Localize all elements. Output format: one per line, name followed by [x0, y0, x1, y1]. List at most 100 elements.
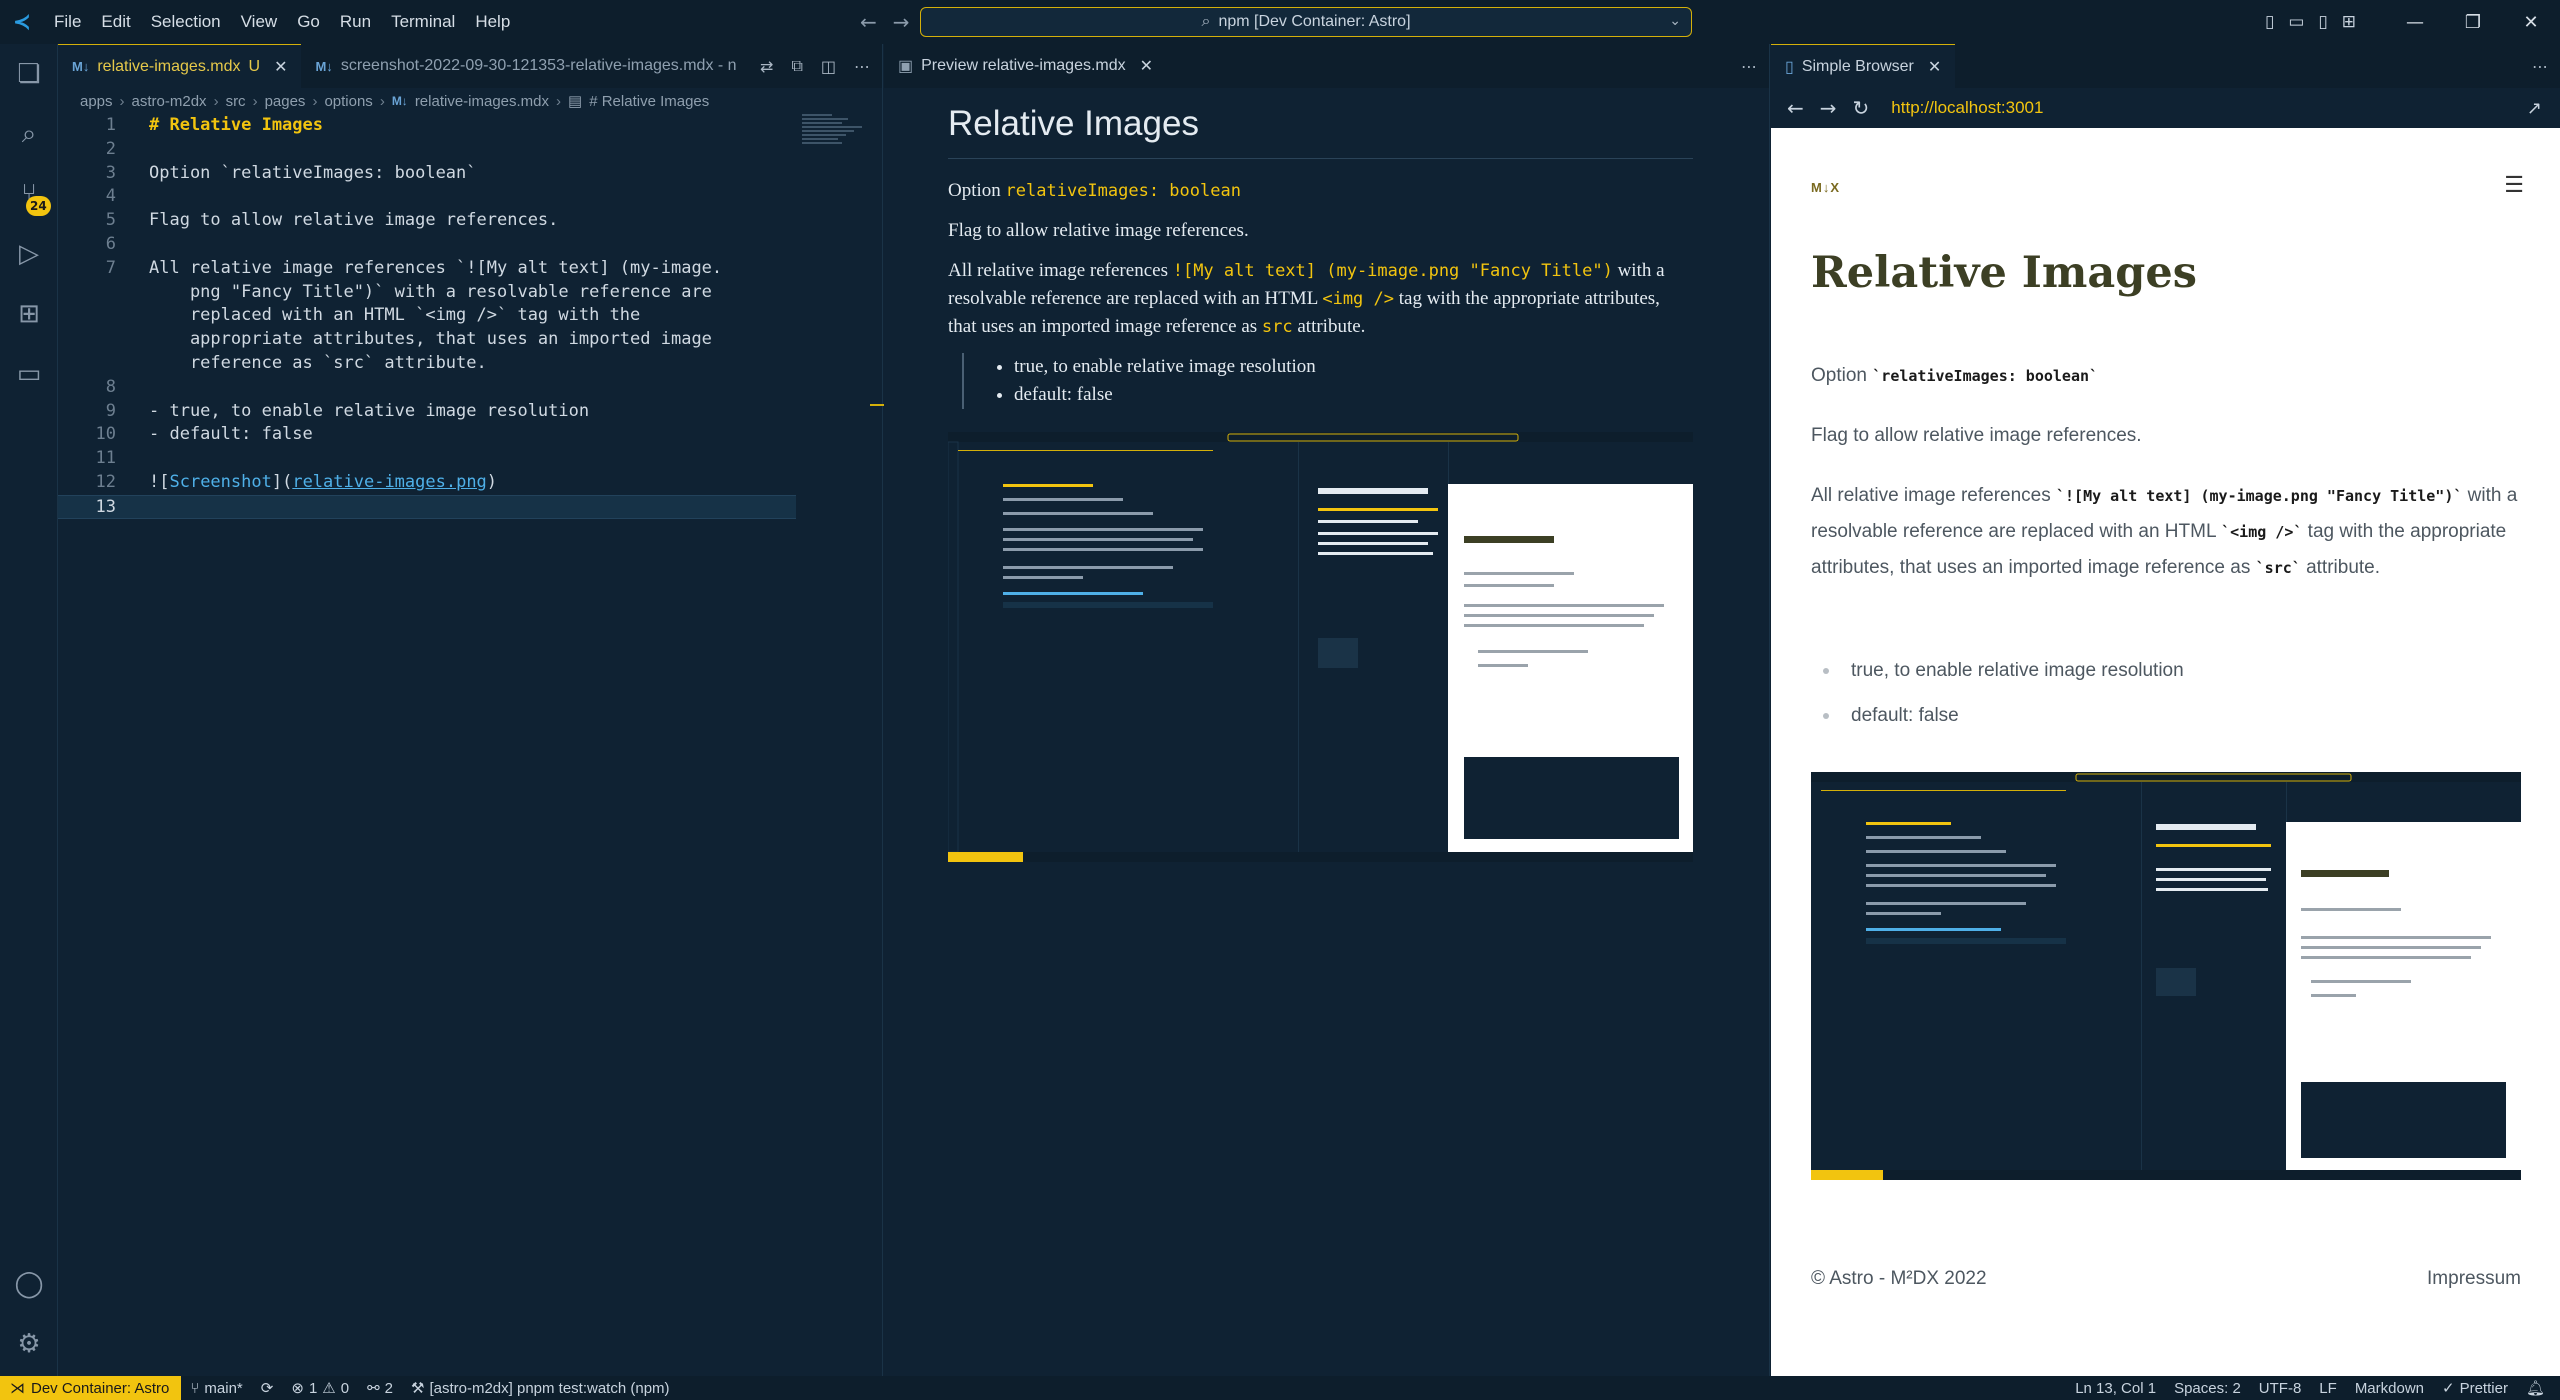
layout-controls: ▯ ▭ ▯ ⊞ — [2265, 0, 2356, 44]
markdown-file-icon: M↓ — [315, 58, 333, 74]
split-editor-icon[interactable]: ◫ — [821, 57, 836, 76]
encoding[interactable]: UTF-8 — [2250, 1380, 2311, 1397]
breadcrumb-item[interactable]: options — [324, 93, 372, 110]
ports-indicator[interactable]: ⚯ 2 — [358, 1379, 402, 1398]
problems-indicator[interactable]: ⊗ 1 ⚠ 0 — [282, 1379, 358, 1398]
code-text: - true, to enable relative image resolut… — [149, 400, 590, 421]
toggle-secondary-sidebar-icon[interactable]: ▯ — [2318, 12, 2327, 32]
forward-arrow-icon[interactable]: → — [1820, 96, 1837, 120]
code-text: Flag to allow relative image references. — [149, 210, 559, 231]
tab-simple-browser[interactable]: ▯ Simple Browser ✕ — [1771, 44, 1956, 88]
code-editor[interactable]: 1 # Relative Images 2 3 Option `relativeIm… — [58, 114, 798, 519]
branch-indicator[interactable]: ⑂ main* — [181, 1380, 251, 1397]
gear-icon[interactable]: ⚙ — [9, 1324, 49, 1364]
tab-screenshot-mdx[interactable]: M↓ screenshot-2022-09-30-121353-relative… — [301, 44, 750, 88]
minimize-icon[interactable]: — — [2386, 0, 2444, 44]
sync-button[interactable]: ⟳ — [252, 1379, 283, 1397]
language-mode[interactable]: Markdown — [2346, 1380, 2433, 1397]
accounts-icon[interactable]: ◯ — [9, 1264, 49, 1304]
page-flag-paragraph: Flag to allow relative image references. — [1811, 425, 2142, 446]
menu-bar: File Edit Selection View Go Run Terminal… — [44, 0, 520, 44]
end-of-line[interactable]: LF — [2310, 1380, 2346, 1397]
cursor-position[interactable]: Ln 13, Col 1 — [2066, 1380, 2165, 1397]
formatter[interactable]: ✓ Prettier — [2433, 1379, 2517, 1398]
menu-file[interactable]: File — [44, 0, 91, 44]
indentation[interactable]: Spaces: 2 — [2165, 1380, 2250, 1397]
chevron-right-icon: › — [379, 92, 385, 110]
close-window-icon[interactable]: ✕ — [2502, 0, 2560, 44]
code-text: Option `relativeImages: boolean` — [149, 162, 477, 183]
code-link-url[interactable]: relative-images.png — [292, 472, 486, 492]
minimap[interactable] — [802, 114, 866, 154]
preview-list: true, to enable relative image resolutio… — [962, 353, 1693, 409]
breadcrumb-item[interactable]: src — [226, 93, 246, 110]
url-input[interactable]: http://localhost:3001 — [1891, 98, 2043, 118]
extensions-icon[interactable]: ⊞ — [9, 294, 49, 334]
menu-selection[interactable]: Selection — [141, 0, 231, 44]
breadcrumb-item[interactable]: # Relative Images — [589, 93, 709, 110]
code-text: replaced with an HTML `<img />` tag with… — [149, 305, 641, 326]
close-icon[interactable]: ✕ — [274, 57, 287, 77]
copyright-text: © Astro - M²DX 2022 — [1811, 1268, 1987, 1289]
more-actions-icon[interactable]: ⋯ — [854, 57, 870, 76]
breadcrumb: apps › astro-m2dx › src › pages › options › M… — [58, 88, 882, 114]
code-line: 3 Option `relativeImages: boolean` — [58, 162, 798, 186]
more-actions-icon[interactable]: ⋯ — [1741, 57, 1757, 76]
site-logo[interactable]: M↓X — [1811, 180, 1840, 195]
menu-run[interactable]: Run — [330, 0, 381, 44]
reload-icon[interactable]: ↻ — [1853, 96, 1870, 120]
close-icon[interactable]: ✕ — [1928, 57, 1941, 77]
code-line: 4 — [105, 186, 116, 207]
back-arrow-icon[interactable]: ← — [1787, 96, 1804, 120]
editor-group: M↓ relative-images.mdx U ✕ M↓ screenshot… — [58, 44, 884, 1376]
breadcrumb-item[interactable]: relative-images.mdx — [415, 93, 549, 110]
check-icon: ✓ — [2442, 1380, 2455, 1397]
markdown-preview-group: ▣ Preview relative-images.mdx ✕ ⋯ Relati… — [884, 44, 1770, 1376]
compare-changes-icon[interactable]: ⇄ — [760, 57, 773, 76]
close-icon[interactable]: ✕ — [1140, 56, 1153, 76]
back-arrow-icon[interactable]: ← — [860, 10, 877, 34]
run-debug-icon[interactable]: ▷ — [9, 234, 49, 274]
file-icon: ▯ — [1785, 58, 1794, 76]
menu-edit[interactable]: Edit — [91, 0, 140, 44]
restore-icon[interactable]: ❐ — [2444, 0, 2502, 44]
list-item: true, to enable relative image resolutio… — [1811, 648, 2184, 693]
toggle-primary-sidebar-icon[interactable]: ▯ — [2265, 12, 2274, 32]
search-icon[interactable]: ⌕ — [9, 114, 49, 154]
chevron-right-icon: › — [252, 92, 258, 110]
impressum-link[interactable]: Impressum — [2427, 1268, 2521, 1290]
open-external-icon[interactable]: ↗ — [2527, 98, 2542, 119]
command-center-label: npm [Dev Container: Astro] — [1218, 13, 1411, 30]
error-icon: ⊗ — [291, 1380, 304, 1397]
remote-explorer-icon[interactable]: ▭ — [9, 354, 49, 394]
forward-arrow-icon[interactable]: → — [893, 10, 910, 34]
breadcrumb-item[interactable]: apps — [80, 93, 113, 110]
tab-relative-images-mdx[interactable]: M↓ relative-images.mdx U ✕ — [58, 44, 302, 88]
inline-code: `![My alt text] (my-image.png "Fancy Tit… — [2056, 487, 2463, 505]
command-center[interactable]: ⌕ npm [Dev Container: Astro] ⌄ — [920, 7, 1692, 37]
menu-terminal[interactable]: Terminal — [381, 0, 465, 44]
chevron-right-icon: › — [556, 92, 562, 110]
task-indicator[interactable]: ⚒ [astro-m2dx] pnpm test:watch (npm) — [402, 1379, 679, 1398]
breadcrumb-item[interactable]: pages — [265, 93, 306, 110]
browser-tabs: ▯ Simple Browser ✕ ⋯ — [1771, 44, 2560, 88]
open-preview-icon[interactable]: ⧉ — [791, 56, 802, 76]
more-actions-icon[interactable]: ⋯ — [2532, 57, 2548, 76]
toggle-panel-icon[interactable]: ▭ — [2288, 12, 2304, 32]
code-line: 11 — [95, 448, 116, 469]
chevron-down-icon[interactable]: ⌄ — [1669, 12, 1681, 29]
customize-layout-icon[interactable]: ⊞ — [2342, 12, 2356, 32]
notifications-icon[interactable]: 🔔︎ — [2517, 1379, 2554, 1397]
tab-preview-relative-images[interactable]: ▣ Preview relative-images.mdx ✕ — [884, 44, 1167, 88]
menu-go[interactable]: Go — [287, 0, 330, 44]
menu-help[interactable]: Help — [465, 0, 520, 44]
menu-view[interactable]: View — [231, 0, 288, 44]
code-line: 6 — [105, 233, 116, 254]
explorer-icon[interactable]: ❏ — [9, 54, 49, 94]
remote-indicator[interactable]: ⋊ Dev Container: Astro — [0, 1376, 182, 1400]
menu-icon[interactable]: ☰ — [2504, 172, 2524, 198]
code-text: reference as `src` attribute. — [149, 352, 487, 373]
browser-toolbar: ← → ↻ http://localhost:3001 ↗ — [1771, 88, 2560, 128]
preview-icon: ▣ — [898, 58, 914, 75]
breadcrumb-item[interactable]: astro-m2dx — [132, 93, 207, 110]
